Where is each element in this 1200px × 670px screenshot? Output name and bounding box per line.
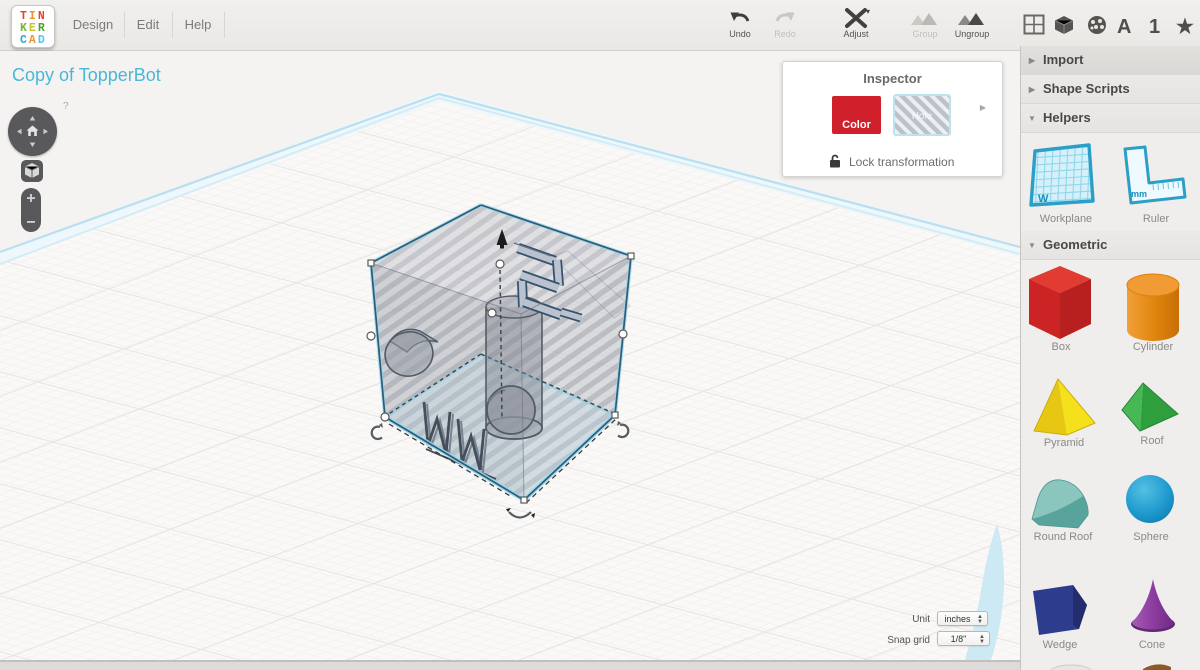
svg-text:Box: Box	[1052, 341, 1071, 353]
svg-text:Ruler: Ruler	[1143, 213, 1170, 225]
svg-text:Pyramid: Pyramid	[1044, 437, 1084, 449]
svg-text:Sphere: Sphere	[1133, 531, 1168, 543]
svg-text:▾: ▾	[866, 7, 870, 16]
svg-text:mm: mm	[1131, 189, 1147, 199]
svg-text:Roof: Roof	[1140, 435, 1164, 447]
svg-text:Wedge: Wedge	[1043, 639, 1078, 651]
svg-text:Round Roof: Round Roof	[1034, 531, 1094, 543]
svg-text:W: W	[1038, 193, 1049, 205]
svg-text:Workplane: Workplane	[1040, 213, 1092, 225]
svg-text:Cylinder: Cylinder	[1133, 341, 1174, 353]
svg-text:Cone: Cone	[1139, 639, 1165, 651]
